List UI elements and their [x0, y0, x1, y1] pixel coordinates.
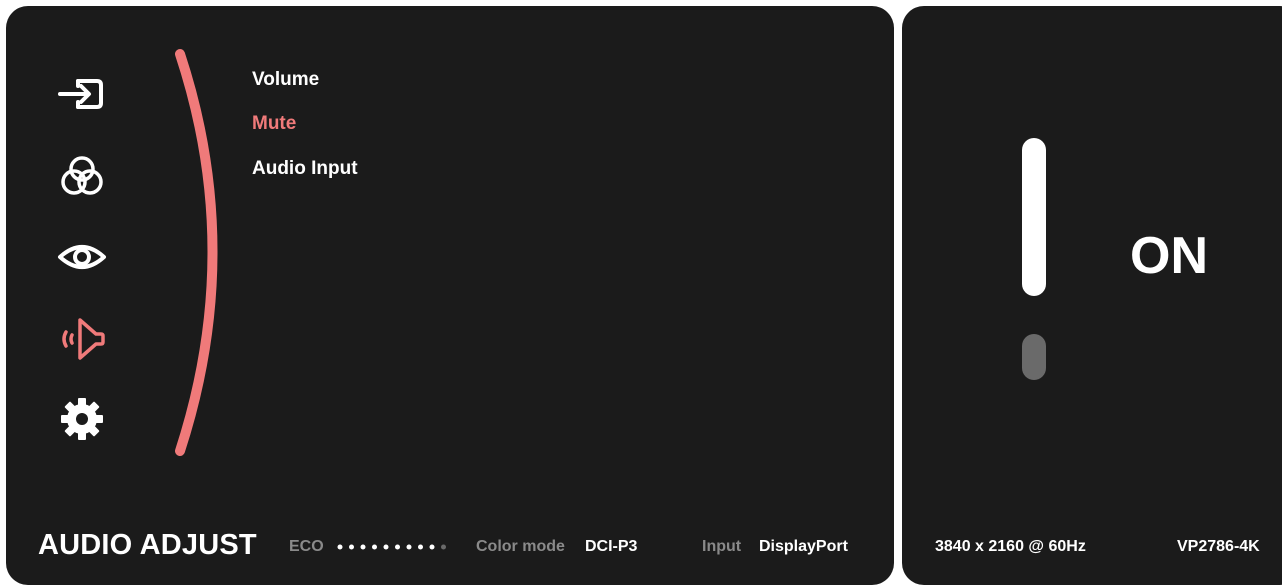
submenu-panel — [902, 6, 1282, 585]
main-menu-panel — [6, 6, 894, 585]
menu-item-volume[interactable]: Volume — [252, 69, 319, 91]
toggle-knob-off[interactable] — [1022, 334, 1046, 380]
model-name: VP2786-4K — [1177, 538, 1260, 555]
eye-icon[interactable] — [56, 231, 108, 283]
menu-item-audio-input[interactable]: Audio Input — [252, 158, 358, 180]
input-label: Input — [702, 538, 742, 555]
input-value: DisplayPort — [759, 538, 848, 555]
page-title: AUDIO ADJUST — [38, 529, 257, 561]
eco-label: ECO — [289, 538, 324, 555]
eco-dot — [372, 544, 377, 550]
toggle-track-on[interactable] — [1022, 138, 1046, 296]
eco-dot — [406, 544, 412, 550]
eco-dot — [349, 544, 354, 550]
eco-dot — [441, 544, 446, 550]
menu-item-mute[interactable]: Mute — [252, 113, 296, 135]
eco-dot — [395, 544, 400, 550]
eco-level-indicator — [337, 540, 452, 554]
eco-dot — [383, 544, 389, 550]
speaker-icon[interactable] — [56, 312, 108, 364]
color-icon[interactable] — [56, 151, 108, 203]
color-mode-label: Color mode — [476, 538, 565, 555]
input-icon[interactable] — [56, 68, 108, 120]
eco-dot — [337, 544, 343, 550]
resolution-text: 3840 x 2160 @ 60Hz — [935, 538, 1086, 555]
mute-state-value: ON — [1130, 227, 1208, 285]
eco-dot — [418, 544, 423, 550]
menu-arc-divider — [150, 46, 240, 466]
gear-icon[interactable] — [56, 393, 108, 445]
eco-dot — [360, 544, 366, 550]
eco-dot — [429, 544, 435, 550]
color-mode-value: DCI-P3 — [585, 538, 638, 555]
